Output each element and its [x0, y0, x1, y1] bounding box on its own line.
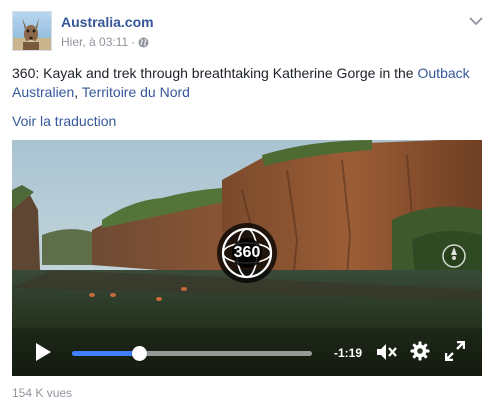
progress-fill: [72, 351, 140, 356]
progress-handle[interactable]: [132, 346, 148, 361]
link-region[interactable]: Territoire du Nord: [82, 84, 190, 100]
360-globe-icon: [217, 223, 277, 283]
volume-muted-icon[interactable]: [376, 343, 398, 361]
post-meta: Hier, à 03:11 ·: [61, 35, 149, 49]
progress-bar[interactable]: [72, 346, 312, 361]
avatar[interactable]: [12, 11, 52, 51]
post-text: 360: Kayak and trek through breathtaking…: [12, 64, 486, 102]
play-icon[interactable]: [34, 342, 52, 362]
time-remaining: -1:19: [334, 346, 363, 360]
post-text-sep: ,: [74, 84, 82, 100]
gear-icon[interactable]: [410, 341, 430, 361]
translate-link[interactable]: Voir la traduction: [12, 113, 116, 129]
meta-separator: ·: [131, 35, 136, 49]
video-player[interactable]: 360 -1:19: [12, 140, 482, 376]
view-count[interactable]: 154 K vues: [12, 386, 72, 400]
video-controls: -1:19: [12, 328, 482, 376]
360-badge[interactable]: 360: [216, 222, 278, 284]
post-text-body: 360: Kayak and trek through breathtaking…: [12, 65, 418, 81]
kangaroo-avatar-image: [13, 18, 51, 50]
chevron-down-icon[interactable]: [469, 13, 483, 26]
compass-icon[interactable]: [441, 243, 467, 269]
author-name[interactable]: Australia.com: [61, 14, 154, 30]
fullscreen-icon[interactable]: [444, 340, 466, 362]
post-timestamp[interactable]: Hier, à 03:11: [61, 35, 128, 49]
globe-icon: [138, 37, 149, 48]
